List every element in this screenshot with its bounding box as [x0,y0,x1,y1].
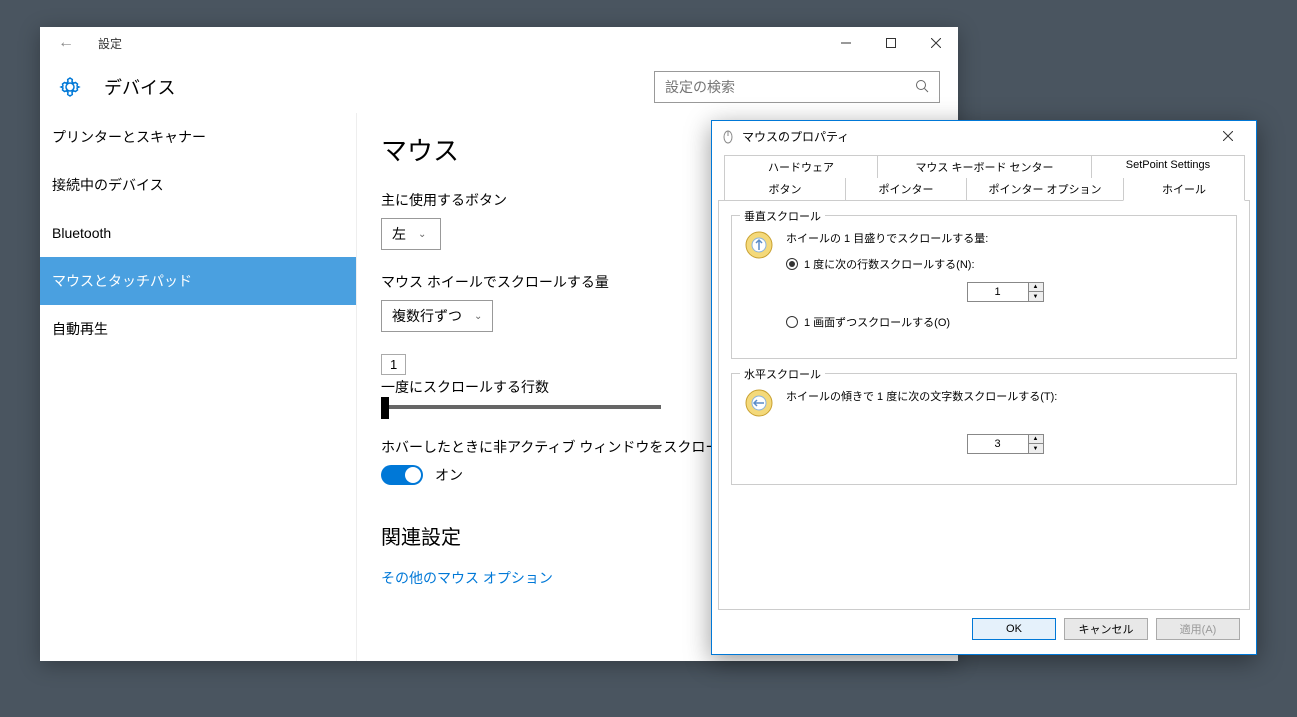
sidebar-item-autoplay[interactable]: 自動再生 [40,305,356,353]
sidebar-item-connected[interactable]: 接続中のデバイス [40,161,356,209]
window-title: 設定 [98,35,823,52]
toggle-state-text: オン [435,465,463,485]
back-button[interactable]: ← [58,34,74,52]
lines-slider[interactable] [381,405,661,409]
titlebar: ← 設定 [40,27,958,59]
spinner-up[interactable]: ▲ [1029,435,1043,444]
tab-content: 垂直スクロール ホイールの 1 目盛りでスクロールする量: 1 度に次の行数スク… [718,200,1250,610]
tab-wheel[interactable]: ホイール [1123,178,1245,201]
search-input[interactable] [665,79,915,95]
tab-hardware[interactable]: ハードウェア [724,155,878,178]
page-header: デバイス [104,74,654,100]
group-title: 垂直スクロール [740,208,825,224]
radio-lines[interactable] [786,258,798,270]
spinner-up[interactable]: ▲ [1029,283,1043,292]
hover-scroll-toggle[interactable] [381,465,423,485]
mouse-properties-dialog: マウスのプロパティ ハードウェア マウス キーボード センター SetPoint… [711,120,1257,655]
tilt-label: ホイールの傾きで 1 度に次の文字数スクロールする(T): [786,388,1224,404]
primary-button-dropdown[interactable]: 左 ⌄ [381,218,441,250]
sidebar-item-bluetooth[interactable]: Bluetooth [40,209,356,257]
gear-icon [58,75,82,99]
tab-keyboard-center[interactable]: マウス キーボード センター [877,155,1092,178]
mouse-icon [720,128,736,144]
sidebar: プリンターとスキャナー 接続中のデバイス Bluetooth マウスとタッチパッ… [40,113,356,661]
sidebar-item-mouse[interactable]: マウスとタッチパッド [40,257,356,305]
group-title: 水平スクロール [740,366,825,382]
vertical-scroll-group: 垂直スクロール ホイールの 1 目盛りでスクロールする量: 1 度に次の行数スク… [731,215,1237,359]
search-icon [915,79,929,96]
dialog-titlebar: マウスのプロパティ [712,121,1256,151]
cancel-button[interactable]: キャンセル [1064,618,1148,640]
close-button[interactable] [913,27,958,59]
slider-tooltip: 1 [381,354,406,375]
dialog-buttons: OK キャンセル 適用(A) [718,610,1250,648]
radio-lines-label: 1 度に次の行数スクロールする(N): [804,256,975,272]
header: デバイス [40,59,958,113]
spinner-down[interactable]: ▼ [1029,292,1043,301]
chars-spinner-input[interactable] [968,435,1028,453]
tab-setpoint[interactable]: SetPoint Settings [1091,155,1245,178]
wheel-scroll-dropdown[interactable]: 複数行ずつ ⌄ [381,300,493,332]
slider-thumb[interactable] [381,397,389,419]
chars-spinner[interactable]: ▲▼ [967,434,1044,454]
wheel-notch-label: ホイールの 1 目盛りでスクロールする量: [786,230,1224,246]
horizontal-scroll-group: 水平スクロール ホイールの傾きで 1 度に次の文字数スクロールする(T): ▲▼ [731,373,1237,485]
wheel-icon [744,388,774,418]
dialog-title: マウスのプロパティ [742,128,1208,145]
tab-pointer[interactable]: ポインター [845,178,967,201]
minimize-button[interactable] [823,27,868,59]
tabs: ハードウェア マウス キーボード センター SetPoint Settings … [718,151,1250,201]
ok-button[interactable]: OK [972,618,1056,640]
radio-screen-label: 1 画面ずつスクロールする(O) [804,314,950,330]
apply-button[interactable]: 適用(A) [1156,618,1240,640]
wheel-icon [744,230,774,260]
tab-pointer-options[interactable]: ポインター オプション [966,178,1124,201]
dialog-close-button[interactable] [1208,122,1248,150]
sidebar-item-printers[interactable]: プリンターとスキャナー [40,113,356,161]
lines-spinner[interactable]: ▲▼ [967,282,1044,302]
chevron-down-icon: ⌄ [418,229,426,240]
spinner-down[interactable]: ▼ [1029,444,1043,453]
chevron-down-icon: ⌄ [474,311,482,322]
lines-spinner-input[interactable] [968,283,1028,301]
maximize-button[interactable] [868,27,913,59]
search-box[interactable] [654,71,940,103]
tab-buttons[interactable]: ボタン [724,178,846,201]
radio-screen[interactable] [786,316,798,328]
